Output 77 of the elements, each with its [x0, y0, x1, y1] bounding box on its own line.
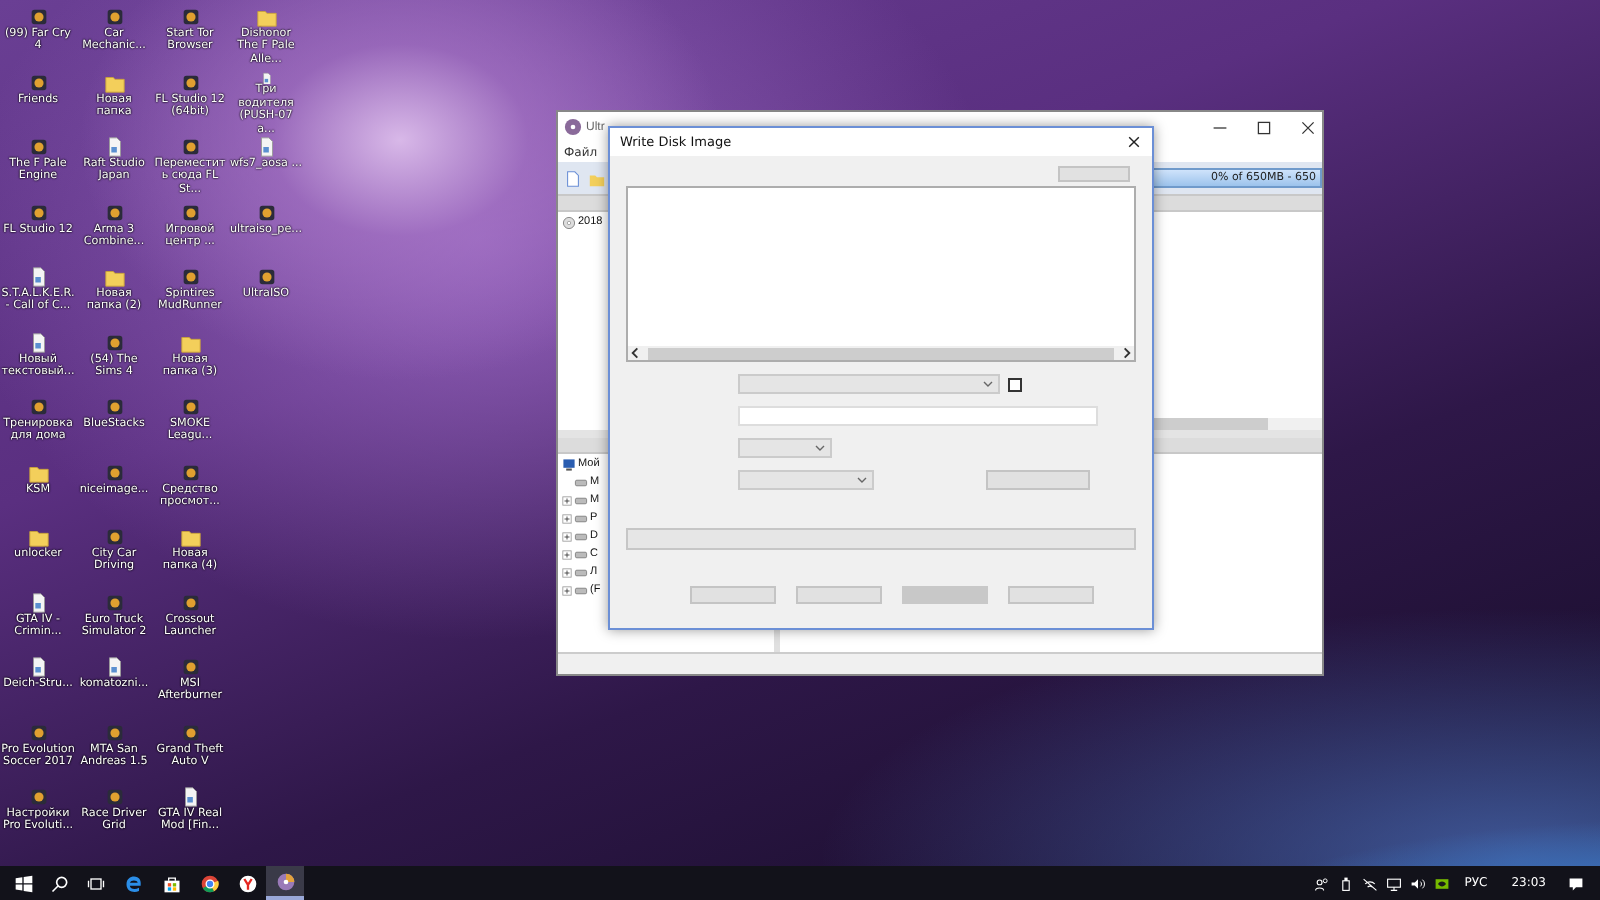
app-icon[interactable]: [103, 721, 125, 743]
notifications-icon[interactable]: [1568, 875, 1584, 891]
computer-icon: [562, 457, 576, 471]
new-file-icon[interactable]: [564, 169, 582, 187]
folder-icon[interactable]: [27, 526, 49, 548]
expand-icon[interactable]: [562, 495, 572, 505]
folder-icon[interactable]: [179, 331, 201, 353]
scroll-left-icon[interactable]: [628, 346, 642, 360]
app-icon[interactable]: [103, 526, 125, 548]
expand-icon[interactable]: [562, 513, 572, 523]
chevron-icon: [856, 474, 868, 486]
app-icon[interactable]: [27, 721, 49, 743]
people-icon[interactable]: [1314, 875, 1331, 891]
app-icon[interactable]: [179, 201, 201, 223]
app-icon[interactable]: [27, 71, 49, 93]
eye-logo-icon[interactable]: [1434, 875, 1451, 891]
maximize-icon[interactable]: [1256, 119, 1272, 135]
chevron-icon: [982, 378, 994, 390]
folder-icon[interactable]: [103, 71, 125, 93]
monitor-icon[interactable]: [1386, 875, 1403, 891]
expand-icon[interactable]: [562, 585, 572, 595]
app-icon[interactable]: [179, 656, 201, 678]
usb-drive-icon[interactable]: [1338, 875, 1355, 891]
app-icon[interactable]: [179, 591, 201, 613]
y-letter-icon: [237, 873, 257, 893]
app-icon[interactable]: [103, 201, 125, 223]
disc-icon: [564, 118, 582, 136]
app-icon[interactable]: [103, 6, 125, 28]
app-icon[interactable]: [255, 201, 277, 223]
app-icon[interactable]: [27, 6, 49, 28]
app-icon[interactable]: [179, 396, 201, 418]
expand-icon[interactable]: [562, 549, 572, 559]
document-icon[interactable]: [27, 331, 49, 353]
ring-icon: [199, 873, 219, 893]
app-icon[interactable]: [27, 136, 49, 158]
disc-icon: [275, 871, 295, 891]
app-icon[interactable]: [27, 786, 49, 808]
folder-icon[interactable]: [255, 6, 277, 28]
network-icon[interactable]: [1362, 875, 1379, 891]
app-icon[interactable]: [179, 266, 201, 288]
app-icon[interactable]: [103, 461, 125, 483]
task-view-icon[interactable]: [86, 873, 106, 893]
input-field[interactable]: [738, 406, 1098, 426]
expand-icon[interactable]: [562, 531, 572, 541]
app-icon[interactable]: [179, 461, 201, 483]
app-icon[interactable]: [179, 136, 201, 158]
close-icon[interactable]: [1300, 119, 1316, 135]
folder-icon[interactable]: [103, 266, 125, 288]
app-icon[interactable]: [179, 6, 201, 28]
expand-icon[interactable]: [562, 567, 572, 577]
checkbox[interactable]: [1008, 377, 1022, 391]
app-icon[interactable]: [103, 396, 125, 418]
volume-icon[interactable]: [1410, 875, 1427, 891]
app-icon[interactable]: [27, 396, 49, 418]
app-icon[interactable]: [103, 591, 125, 613]
app-icon[interactable]: [27, 201, 49, 223]
folder-icon[interactable]: [179, 526, 201, 548]
app-icon[interactable]: [103, 786, 125, 808]
close-icon[interactable]: [1126, 134, 1142, 150]
app-icon[interactable]: [179, 71, 201, 93]
e-letter-icon: [123, 873, 143, 893]
document-icon[interactable]: [27, 656, 49, 678]
shopping-bag-icon: [161, 873, 181, 893]
app-icon[interactable]: [255, 266, 277, 288]
document-icon[interactable]: [103, 656, 125, 678]
folder-icon[interactable]: [27, 461, 49, 483]
document-icon[interactable]: [103, 136, 125, 158]
document-icon[interactable]: [27, 591, 49, 613]
start-icon[interactable]: [14, 873, 34, 893]
document-icon[interactable]: [179, 786, 201, 808]
scrollbar-thumb[interactable]: [648, 347, 1114, 359]
app-icon[interactable]: [103, 331, 125, 353]
document-icon[interactable]: [27, 266, 49, 288]
chevron-icon: [814, 442, 826, 454]
scroll-right-icon[interactable]: [1120, 346, 1134, 360]
search-icon[interactable]: [50, 873, 70, 893]
app-icon[interactable]: [179, 721, 201, 743]
